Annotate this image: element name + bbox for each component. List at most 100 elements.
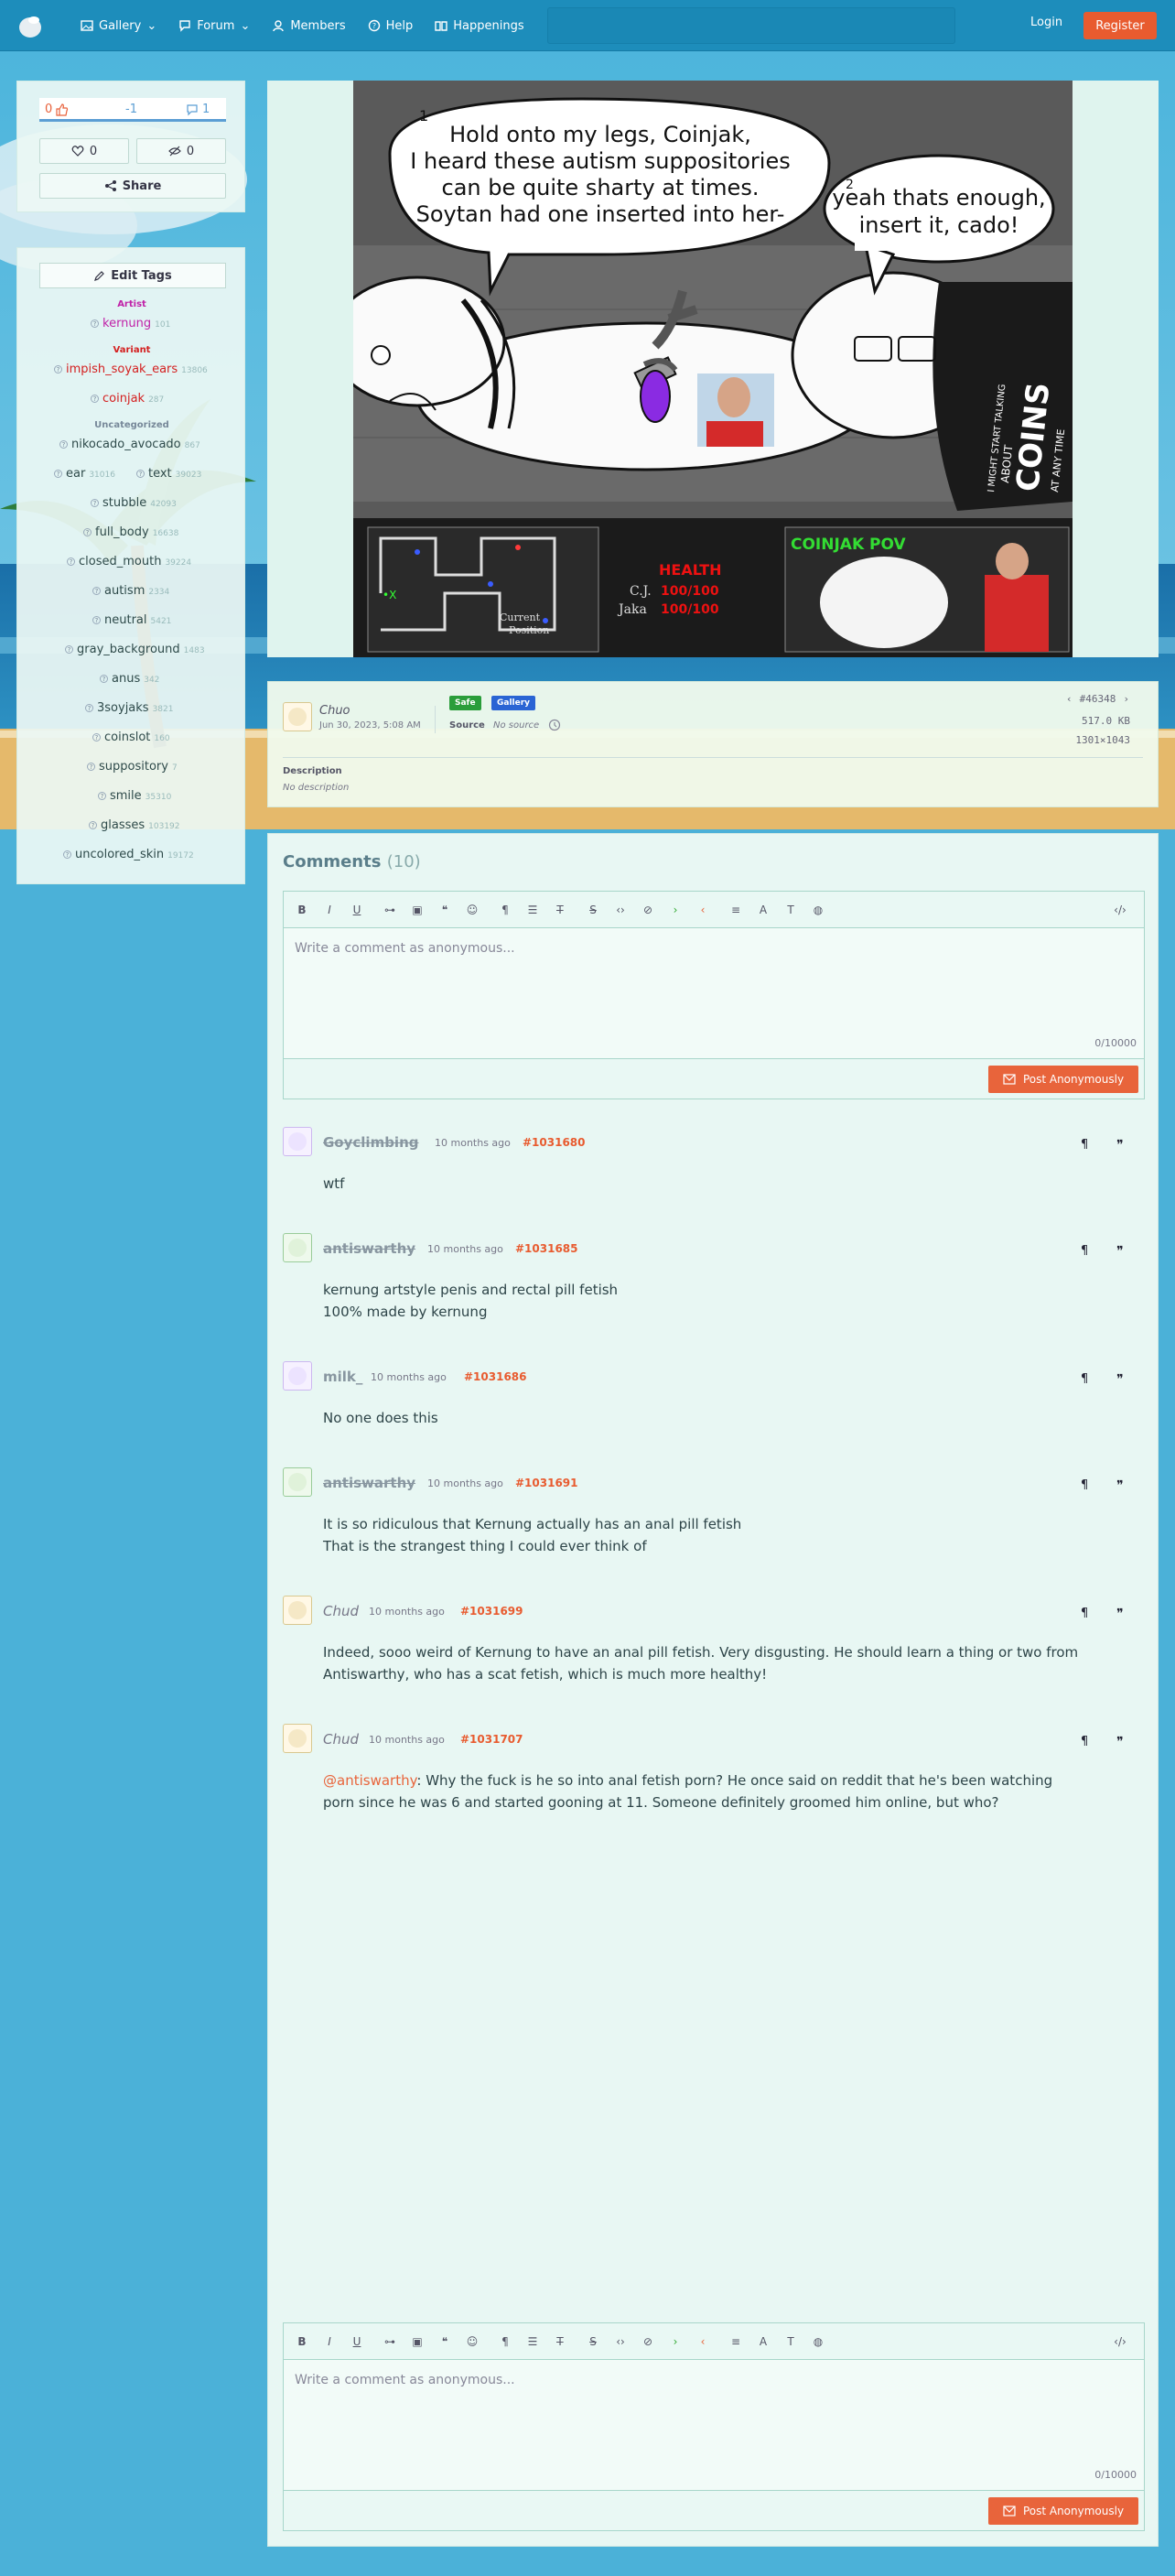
source-code-icon[interactable]: ‹/› bbox=[1111, 901, 1129, 919]
comment-author[interactable]: antiswarthy bbox=[323, 1475, 415, 1491]
align-icon[interactable]: ≡ bbox=[727, 901, 745, 919]
quote-icon[interactable]: ❞ bbox=[1116, 1242, 1130, 1257]
avatar[interactable] bbox=[283, 702, 312, 731]
quote-icon[interactable]: ❞ bbox=[1116, 1733, 1130, 1748]
tag-item[interactable]: ? nikocado_avocado 867 bbox=[59, 438, 200, 451]
italic-icon[interactable]: I bbox=[320, 2332, 339, 2351]
comment-author[interactable]: milk_ bbox=[323, 1369, 362, 1385]
palette-icon[interactable]: ◍ bbox=[809, 2332, 827, 2351]
nav-happenings[interactable]: Happenings bbox=[424, 0, 534, 51]
quote-icon[interactable]: ❞ bbox=[1116, 1136, 1130, 1151]
underline-icon[interactable]: U bbox=[348, 901, 366, 919]
text-color-icon[interactable]: A bbox=[754, 2332, 772, 2351]
avatar[interactable] bbox=[283, 1233, 312, 1262]
link-icon[interactable]: ⊶ bbox=[381, 2332, 399, 2351]
tag-item[interactable]: ? glasses 103192 bbox=[89, 818, 180, 832]
comment-input[interactable]: Write a comment as anonymous... 0/10000 bbox=[284, 2360, 1144, 2491]
font-size-icon[interactable]: T bbox=[782, 901, 800, 919]
tag-item[interactable]: ? coinjak 287 bbox=[91, 392, 164, 406]
tag-item[interactable]: ? 3soyjaks 3821 bbox=[85, 701, 173, 715]
greentext-icon[interactable]: › bbox=[666, 2332, 685, 2351]
avatar[interactable] bbox=[283, 1596, 312, 1625]
comment-id[interactable]: #1031691 bbox=[515, 1477, 578, 1489]
reply-icon[interactable]: ¶ bbox=[1079, 1733, 1094, 1748]
spoiler-icon[interactable]: ⊘ bbox=[639, 901, 657, 919]
paragraph-icon[interactable]: ¶ bbox=[496, 2332, 514, 2351]
comment-input[interactable]: Write a comment as anonymous... 0/10000 bbox=[284, 928, 1144, 1059]
avatar[interactable] bbox=[283, 1467, 312, 1497]
comment-author[interactable]: antiswarthy bbox=[323, 1240, 415, 1257]
tag-item[interactable]: ? smile 35310 bbox=[98, 789, 171, 803]
comment-id[interactable]: #1031707 bbox=[460, 1733, 523, 1746]
emoji-icon[interactable]: ☺ bbox=[463, 901, 481, 919]
register-button[interactable]: Register bbox=[1083, 12, 1157, 39]
image-icon[interactable]: ▣ bbox=[408, 901, 426, 919]
comment-id[interactable]: #1031699 bbox=[460, 1605, 523, 1618]
nav-gallery[interactable]: Gallery ⌄ bbox=[70, 0, 167, 51]
post-image[interactable]: I MIGHT START TALKING ABOUT COINS AT ANY… bbox=[353, 81, 1073, 657]
avatar[interactable] bbox=[283, 1127, 312, 1156]
strikethrough-icon[interactable]: S bbox=[584, 2332, 602, 2351]
spoiler-icon[interactable]: ⊘ bbox=[639, 2332, 657, 2351]
font-size-icon[interactable]: T bbox=[782, 2332, 800, 2351]
comment-author[interactable]: Goyclimbing bbox=[323, 1134, 419, 1151]
tag-item[interactable]: ? closed_mouth 39224 bbox=[67, 555, 191, 568]
reply-icon[interactable]: ¶ bbox=[1079, 1242, 1094, 1257]
tag-item[interactable]: ? ear 31016 bbox=[54, 467, 115, 481]
upvote-button[interactable]: 0 bbox=[45, 103, 69, 116]
emoji-icon[interactable]: ☺ bbox=[463, 2332, 481, 2351]
comment-author[interactable]: Chud bbox=[323, 1603, 359, 1619]
tag-item[interactable]: ? gray_background 1483 bbox=[65, 643, 205, 656]
strikethrough-icon[interactable]: S bbox=[584, 901, 602, 919]
edit-tags-button[interactable]: Edit Tags bbox=[39, 263, 226, 288]
code-icon[interactable]: ‹› bbox=[611, 2332, 630, 2351]
reply-icon[interactable]: ¶ bbox=[1079, 1605, 1094, 1619]
underline-icon[interactable]: U bbox=[348, 2332, 366, 2351]
source-code-icon[interactable]: ‹/› bbox=[1111, 2332, 1129, 2351]
quote-icon[interactable]: ❝ bbox=[436, 2332, 454, 2351]
tag-item[interactable]: ? autism 2334 bbox=[92, 584, 169, 598]
quote-icon[interactable]: ❞ bbox=[1116, 1370, 1130, 1385]
tag-item[interactable]: ? full_body 16638 bbox=[83, 525, 178, 539]
list-icon[interactable]: ☰ bbox=[523, 901, 542, 919]
tag-item[interactable]: ? neutral 5421 bbox=[92, 613, 171, 627]
tag-item[interactable]: ? impish_soyak_ears 13806 bbox=[54, 363, 208, 376]
mention-link[interactable]: @antiswarthy bbox=[323, 1772, 416, 1789]
nav-members[interactable]: Members bbox=[261, 0, 356, 51]
reply-icon[interactable]: ¶ bbox=[1079, 1477, 1094, 1491]
favorite-button[interactable]: 0 bbox=[39, 138, 129, 164]
post-anonymously-button[interactable]: Post Anonymously bbox=[988, 1066, 1138, 1093]
code-icon[interactable]: ‹› bbox=[611, 901, 630, 919]
clear-format-icon[interactable]: T̶ bbox=[551, 901, 569, 919]
share-button[interactable]: Share bbox=[39, 173, 226, 199]
rating-badge[interactable]: Safe bbox=[449, 696, 481, 710]
quote-icon[interactable]: ❝ bbox=[436, 901, 454, 919]
text-color-icon[interactable]: A bbox=[754, 901, 772, 919]
post-anonymously-button[interactable]: Post Anonymously bbox=[988, 2497, 1138, 2525]
uploader-name[interactable]: Chuo bbox=[319, 704, 350, 718]
greentext-icon[interactable]: › bbox=[666, 901, 685, 919]
orangetext-icon[interactable]: ‹ bbox=[694, 901, 712, 919]
clear-format-icon[interactable]: T̶ bbox=[551, 2332, 569, 2351]
avatar[interactable] bbox=[283, 1724, 312, 1753]
avatar[interactable] bbox=[283, 1361, 312, 1391]
quote-icon[interactable]: ❞ bbox=[1116, 1605, 1130, 1619]
nav-forum[interactable]: Forum ⌄ bbox=[167, 0, 261, 51]
tag-item[interactable]: ? coinslot 160 bbox=[92, 731, 170, 744]
bold-icon[interactable]: B bbox=[293, 901, 311, 919]
align-icon[interactable]: ≡ bbox=[727, 2332, 745, 2351]
list-icon[interactable]: ☰ bbox=[523, 2332, 542, 2351]
bold-icon[interactable]: B bbox=[293, 2332, 311, 2351]
board-badge[interactable]: Gallery bbox=[491, 696, 536, 710]
image-icon[interactable]: ▣ bbox=[408, 2332, 426, 2351]
tag-item[interactable]: ? uncolored_skin 19172 bbox=[63, 848, 194, 861]
search-input[interactable] bbox=[547, 7, 955, 44]
paragraph-icon[interactable]: ¶ bbox=[496, 901, 514, 919]
link-icon[interactable]: ⊶ bbox=[381, 901, 399, 919]
previous-icon[interactable]: ‹ bbox=[1066, 693, 1073, 705]
comment-id[interactable]: #1031685 bbox=[515, 1242, 578, 1255]
tag-item[interactable]: ? anus 342 bbox=[100, 672, 159, 686]
palette-icon[interactable]: ◍ bbox=[809, 901, 827, 919]
tag-item[interactable]: ? kernung 101 bbox=[91, 317, 170, 330]
nav-help[interactable]: ? Help bbox=[357, 0, 425, 51]
